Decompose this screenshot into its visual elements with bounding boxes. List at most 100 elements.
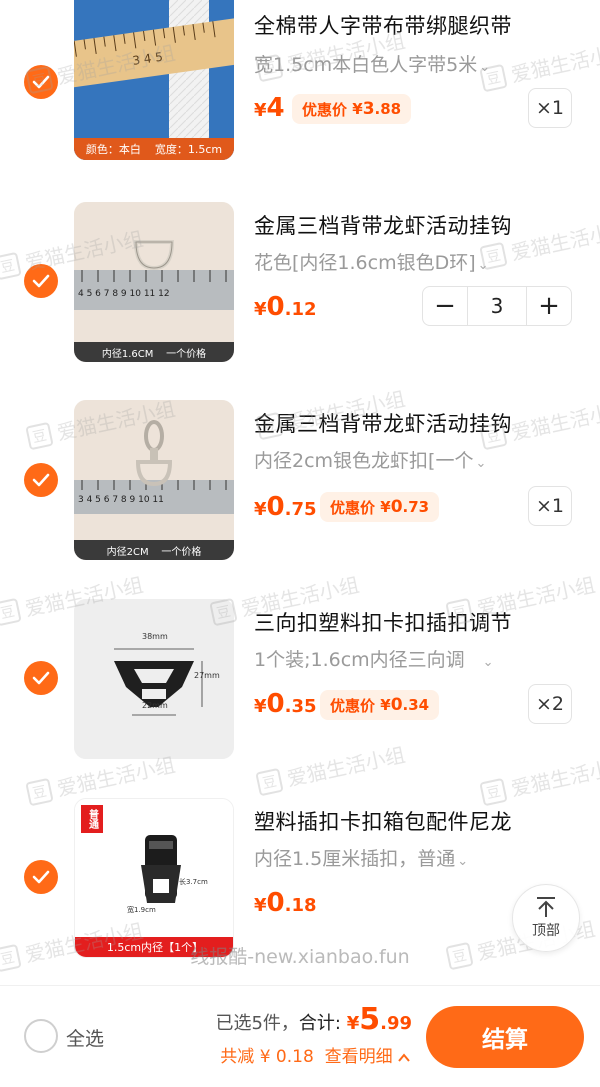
chevron-down-icon: ⌄ <box>479 60 491 75</box>
svg-text:4 5 6 7 8 9 10 11 12: 4 5 6 7 8 9 10 11 12 <box>78 289 170 299</box>
dim-label-bottom: 22mm <box>142 701 168 710</box>
check-icon <box>32 473 50 487</box>
sku-selector[interactable]: 1个装;1.6cm内径三向调 ⌄ <box>254 645 494 672</box>
quantity-stepper[interactable]: − 3 + <box>422 286 572 326</box>
cart-item: 38mm 27mm 22mm 三向扣塑料扣卡扣插扣调节 1个装;1.6cm内径三… <box>0 597 600 767</box>
total-price: ¥5.99 <box>347 1002 412 1037</box>
price-currency: ¥ <box>254 299 267 320</box>
sku-text: 宽1.5cm本白色人字带5米 <box>254 54 478 76</box>
promo-label: 优惠价 <box>302 100 348 119</box>
select-all-checkbox[interactable] <box>24 1019 58 1053</box>
price-currency: ¥ <box>254 499 267 520</box>
item-checkbox[interactable] <box>24 860 58 894</box>
check-icon <box>32 274 50 288</box>
product-image[interactable]: 4 5 6 7 8 9 10 11 12 内径1.6CM 一个价格 <box>74 202 234 362</box>
decrease-button[interactable]: − <box>423 287 467 325</box>
total-decimal: .99 <box>380 1013 412 1034</box>
promo-decimal: .34 <box>402 696 430 714</box>
price-integer: 0 <box>266 492 285 522</box>
increase-button[interactable]: + <box>527 287 571 325</box>
dim-label-height: 长3.7cm <box>179 878 208 886</box>
cart-item: 4 5 6 7 8 9 10 11 12 内径1.6CM 一个价格 金属三档背带… <box>0 200 600 370</box>
view-details-link[interactable]: 查看明细 <box>325 1047 393 1067</box>
sku-text: 内径2cm银色龙虾扣[一个 <box>254 450 474 472</box>
check-icon <box>32 870 50 884</box>
check-icon <box>32 75 50 89</box>
total-label: 合计: <box>298 1013 347 1034</box>
product-title[interactable]: 塑料插扣卡扣箱包配件尼龙 <box>254 806 512 836</box>
product-image[interactable]: 普通 长3.7cm 宽1.9cm 1.5cm内径【1个】 <box>74 798 234 958</box>
price-currency: ¥ <box>254 895 267 916</box>
price-decimal: .18 <box>284 895 317 916</box>
product-image[interactable]: 3 4 5 颜色：本白 宽度：1.5cm <box>74 0 234 160</box>
item-checkbox[interactable] <box>24 264 58 298</box>
promo-label: 优惠价 <box>330 498 376 517</box>
product-image[interactable]: 38mm 27mm 22mm <box>74 599 234 759</box>
d-ring-graphic: 4 5 6 7 8 9 10 11 12 <box>74 202 234 362</box>
quantity-box[interactable]: ×1 <box>528 486 572 526</box>
chevron-down-icon: ⌄ <box>457 854 469 869</box>
watermark-logo-icon: 豆 <box>255 767 284 796</box>
thumb-caption: 内径1.6CM 一个价格 <box>74 342 234 362</box>
price: ¥0.18 <box>254 888 317 918</box>
dim-label-width: 宽1.9cm <box>127 906 156 914</box>
discount-summary[interactable]: 共减 ¥ 0.18 查看明细 <box>220 1042 410 1067</box>
promo-decimal: .88 <box>374 100 402 118</box>
quantity-input[interactable]: 3 <box>467 287 527 325</box>
sku-selector[interactable]: 花色[内径1.6cm银色D环] ⌄ <box>254 248 489 275</box>
sku-selector[interactable]: 内径2cm银色龙虾扣[一个 ⌄ <box>254 446 486 473</box>
chevron-down-icon: ⌄ <box>482 655 494 670</box>
thumb-badge: 普通 <box>81 805 103 833</box>
sku-selector[interactable]: 内径1.5厘米插扣，普通 ⌄ <box>254 844 468 871</box>
item-checkbox[interactable] <box>24 463 58 497</box>
cart-item: 普通 长3.7cm 宽1.9cm 1.5cm内径【1个】 塑料插扣卡扣箱包配件尼… <box>0 796 600 966</box>
promo-price-badge: 优惠价 ¥0.73 <box>320 492 440 522</box>
credit-watermark: 线报酷-new.xianbao.fun <box>190 946 410 968</box>
sku-selector[interactable]: 宽1.5cm本白色人字带5米 ⌄ <box>254 50 490 77</box>
checkout-bar: 全选 已选5件，合计: ¥5.99 共减 ¥ 0.18 查看明细 结算 <box>0 985 600 1087</box>
product-title[interactable]: 金属三档背带龙虾活动挂钩 <box>254 408 512 438</box>
chevron-down-icon: ⌄ <box>475 456 487 471</box>
promo-integer: 0 <box>390 497 403 517</box>
selected-count: 已选5件， <box>215 1013 299 1034</box>
price-integer: 0 <box>266 689 285 719</box>
back-to-top-label: 顶部 <box>532 923 560 939</box>
product-title[interactable]: 全棉带人字带布带绑腿织带 <box>254 10 512 40</box>
back-to-top-button[interactable]: 顶部 <box>512 884 580 952</box>
discount-text: 共减 ¥ 0.18 <box>220 1047 314 1067</box>
thumb-caption: 内径2CM 一个价格 <box>74 540 234 560</box>
dim-label-height: 27mm <box>194 671 220 680</box>
price-currency: ¥ <box>254 696 267 717</box>
dim-label-width: 38mm <box>142 632 168 641</box>
select-all-label[interactable]: 全选 <box>66 1024 104 1051</box>
chevron-down-icon: ⌄ <box>477 258 489 273</box>
price-decimal: .35 <box>284 696 317 717</box>
item-checkbox[interactable] <box>24 65 58 99</box>
promo-currency: ¥ <box>380 696 391 714</box>
total-integer: 5 <box>359 1002 381 1037</box>
price-currency: ¥ <box>254 100 267 121</box>
price: ¥0.12 <box>254 292 317 322</box>
quantity-box[interactable]: ×2 <box>528 684 572 724</box>
product-image[interactable]: 3 4 5 6 7 8 9 10 11 内径2CM 一个价格 <box>74 400 234 560</box>
product-title[interactable]: 三向扣塑料扣卡扣插扣调节 <box>254 607 512 637</box>
promo-integer: 0 <box>390 695 403 715</box>
product-title[interactable]: 金属三档背带龙虾活动挂钩 <box>254 210 512 240</box>
svg-text:3 4 5 6 7 8 9 10 11: 3 4 5 6 7 8 9 10 11 <box>78 495 164 505</box>
promo-currency: ¥ <box>352 100 363 118</box>
cart-list: 3 4 5 颜色：本白 宽度：1.5cm 全棉带人字带布带绑腿织带 宽1.5cm… <box>0 0 600 985</box>
checkout-button[interactable]: 结算 <box>426 1006 584 1068</box>
lobster-clasp-graphic: 3 4 5 6 7 8 9 10 11 <box>74 400 234 560</box>
promo-currency: ¥ <box>380 498 391 516</box>
price: ¥0.35 <box>254 689 317 719</box>
promo-label: 优惠价 <box>330 696 376 715</box>
price-decimal: .75 <box>284 499 317 520</box>
price: ¥0.75 <box>254 492 317 522</box>
arrow-up-icon <box>537 897 555 917</box>
cart-item: 3 4 5 6 7 8 9 10 11 内径2CM 一个价格 金属三档背带龙虾活… <box>0 398 600 568</box>
quantity-box[interactable]: ×1 <box>528 88 572 128</box>
ruler-tape-graphic: 3 4 5 <box>74 0 234 160</box>
total-summary: 已选5件，合计: ¥5.99 <box>215 1002 412 1037</box>
price-integer: 4 <box>266 93 285 123</box>
item-checkbox[interactable] <box>24 661 58 695</box>
